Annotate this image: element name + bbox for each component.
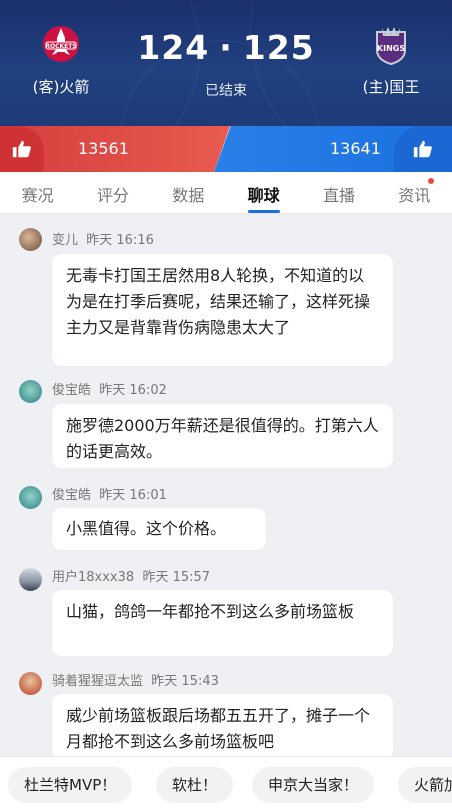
home-team-name: (主)国王	[362, 78, 420, 96]
quick-reply-chip[interactable]: 杜兰特MVP！	[8, 767, 133, 803]
tab-bar: 赛况 评分 数据 聊球 直播 资讯	[0, 172, 452, 214]
timestamp: 昨天 16:02	[99, 383, 167, 398]
game-header: ROCKETS (客)火箭 124 · 125 已结束 KINGS (主)国王	[0, 0, 452, 126]
tab-live[interactable]: 直播	[301, 172, 376, 213]
avatar[interactable]	[19, 672, 42, 695]
message-meta: 俊宝皓 昨天 16:02	[52, 379, 167, 398]
tab-game-summary[interactable]: 赛况	[0, 172, 75, 213]
message-bubble[interactable]: 无毒卡打国王居然用8人轮换，不知道的以为是在打季后赛呢，结果还输了，这样死操主力…	[52, 254, 393, 366]
username[interactable]: 变儿	[52, 233, 78, 248]
home-score: 125	[242, 28, 315, 67]
username[interactable]: 俊宝皓	[52, 383, 91, 398]
away-vote-count: 13561	[78, 139, 129, 158]
chat-list[interactable]: 变儿 昨天 16:16 无毒卡打国王居然用8人轮换，不知道的以为是在打季后赛呢，…	[0, 214, 452, 756]
away-score: 124	[137, 28, 210, 67]
message-bubble[interactable]: 威少前场篮板跟后场都五五开了，摊子一个月都抢不到这么多前场篮板吧	[52, 694, 393, 756]
tab-chat[interactable]: 聊球	[226, 172, 301, 213]
message-meta: 用户18xxx38 昨天 15:57	[52, 566, 210, 585]
message-meta: 变儿 昨天 16:16	[52, 229, 154, 248]
username[interactable]: 用户18xxx38	[52, 570, 134, 585]
support-vote-bar: 13561 13641	[0, 126, 452, 172]
quick-reply-chip[interactable]: 申京大当家！	[252, 767, 375, 803]
home-logo-text: KINGS	[377, 44, 405, 53]
timestamp: 昨天 16:16	[86, 233, 154, 248]
home-thumbs-up-button[interactable]	[394, 126, 452, 172]
message-meta: 俊宝皓 昨天 16:01	[52, 484, 167, 503]
notification-dot	[427, 178, 434, 184]
timestamp: 昨天 15:43	[151, 674, 219, 689]
kings-logo: KINGS	[376, 27, 406, 66]
avatar[interactable]	[19, 568, 42, 591]
quick-reply-chip[interactable]: 火箭加油	[398, 767, 452, 803]
avatar[interactable]	[19, 228, 42, 251]
quick-reply-bar: 杜兰特MVP！ 软杜！ 申京大当家！ 火箭加油	[0, 756, 452, 810]
message-bubble[interactable]: 施罗德2000万年薪还是很值得的。打第六人的话更高效。	[52, 404, 393, 468]
timestamp: 昨天 15:57	[142, 570, 211, 585]
tab-news[interactable]: 资讯	[377, 172, 452, 213]
avatar[interactable]	[19, 486, 42, 509]
username[interactable]: 俊宝皓	[52, 488, 91, 503]
timestamp: 昨天 16:01	[99, 488, 167, 503]
thumbs-up-icon	[12, 140, 31, 158]
message-meta: 骑着猩猩逗太监 昨天 15:43	[52, 670, 219, 689]
tab-news-label: 资讯	[398, 186, 431, 205]
tab-ratings[interactable]: 评分	[75, 172, 150, 213]
thumbs-up-icon	[413, 140, 432, 158]
home-team[interactable]: KINGS (主)国王	[336, 22, 446, 97]
avatar[interactable]	[19, 380, 42, 403]
quick-reply-chip[interactable]: 软杜！	[156, 767, 234, 803]
message-bubble[interactable]: 小黑值得。这个价格。	[52, 508, 266, 550]
username[interactable]: 骑着猩猩逗太监	[52, 674, 143, 689]
score-separator: ·	[219, 28, 233, 67]
tab-stats[interactable]: 数据	[151, 172, 226, 213]
message-bubble[interactable]: 山猫，鸽鸽一年都抢不到这么多前场篮板	[52, 590, 393, 656]
home-vote-count: 13641	[330, 139, 381, 158]
